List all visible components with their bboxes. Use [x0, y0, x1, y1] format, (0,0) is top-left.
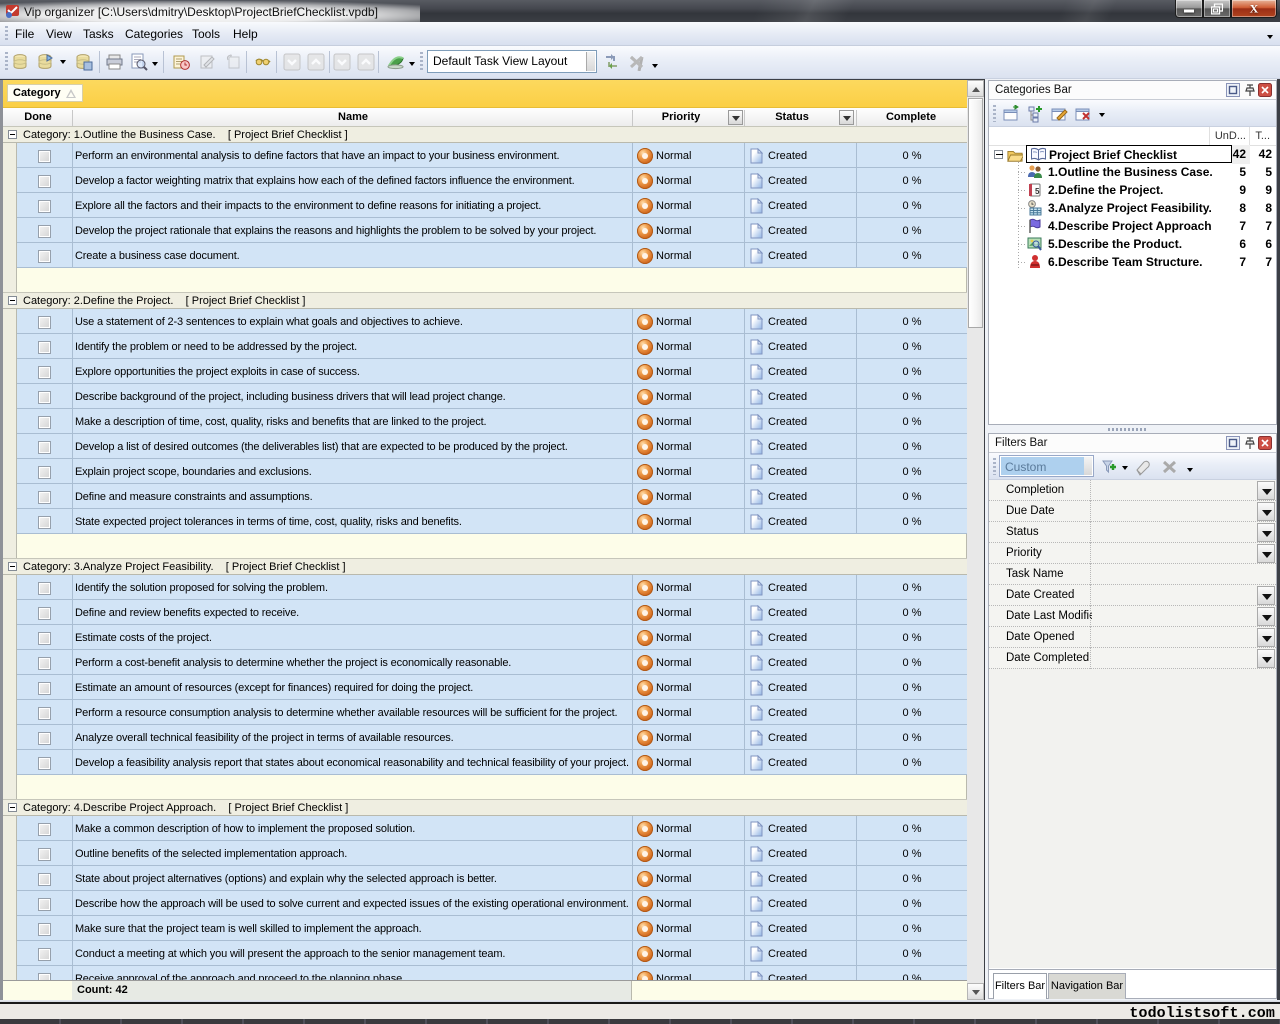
svg-text:5: 5	[1035, 187, 1040, 196]
